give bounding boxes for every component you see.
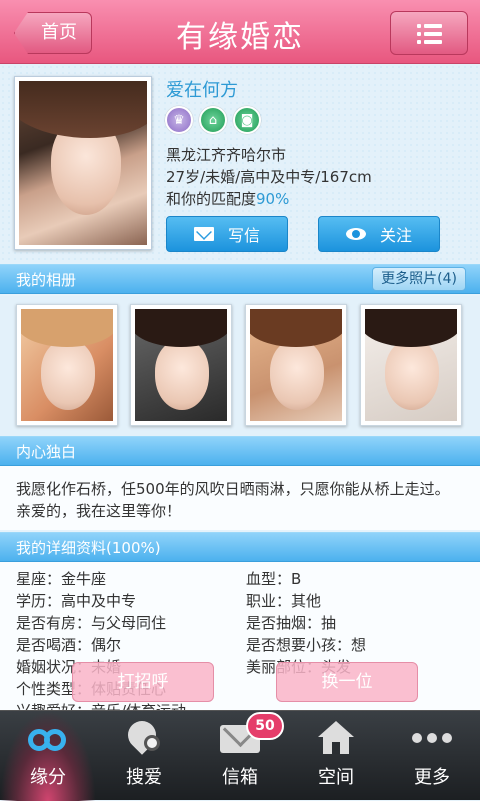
monologue-title: 内心独白 [16, 443, 77, 461]
tab-label: 更多 [414, 767, 450, 788]
menu-button[interactable] [390, 11, 468, 55]
write-label: 写信 [227, 226, 260, 245]
album-title: 我的相册 [16, 271, 77, 289]
detail-item: 血型：B [246, 570, 302, 588]
tab-label: 搜爱 [126, 767, 162, 788]
tab-fate[interactable]: 缘分 [0, 711, 96, 801]
detail-item: 是否喝酒：偶尔 [16, 636, 122, 654]
monologue-text: 我愿化作石桥，任500年的风吹日晒雨淋，只愿你能从桥上走过。亲爱的，我在这里等你… [16, 480, 450, 520]
mail-count-badge: 50 [246, 712, 284, 740]
tab-space[interactable]: 空间 [288, 711, 384, 801]
greet-button[interactable]: 打招呼 [72, 662, 214, 702]
more-photos-button[interactable]: 更多照片(4) [372, 267, 466, 291]
detail-item: 是否有房：与父母同住 [16, 614, 167, 632]
home-icon [316, 719, 356, 755]
follow-label: 关注 [379, 226, 412, 245]
heart-search-icon [122, 715, 164, 757]
detail-item: 学历：高中及中专 [16, 592, 137, 610]
details-title: 我的详细资料(100%) [16, 539, 161, 557]
basic-info-text: 27岁/未婚/高中及中专/167cm [166, 168, 372, 186]
match-value: 90% [256, 190, 290, 208]
next-person-button[interactable]: 换一位 [276, 662, 418, 702]
tab-label: 信箱 [222, 767, 258, 788]
album-photo[interactable] [16, 304, 118, 426]
album-photo[interactable] [245, 304, 347, 426]
detail-item: 星座：金牛座 [16, 570, 107, 588]
header-bar: 首页 有缘婚恋 [0, 0, 480, 64]
match-rate: 和你的匹配度90% [166, 188, 289, 209]
match-label: 和你的匹配度 [166, 190, 257, 208]
tab-label: 空间 [318, 767, 354, 788]
monologue-body: 我愿化作石桥，任500年的风吹日晒雨淋，只愿你能从桥上走过。亲爱的，我在这里等你… [0, 466, 480, 530]
detail-item: 是否抽烟：抽 [246, 614, 337, 632]
write-letter-button[interactable]: 写信 [166, 216, 288, 252]
car-icon[interactable]: ◙ [233, 106, 261, 134]
bottom-tab-bar: 缘分 搜爱 信箱 空间 更多 [0, 710, 480, 801]
detail-item: 职业：其他 [246, 592, 322, 610]
nickname: 爱在何方 [166, 80, 238, 101]
location-text: 黑龙江齐齐哈尔市 [166, 146, 287, 164]
profile-card: 爱在何方 ♛ ⌂ ◙ 黑龙江齐齐哈尔市 27岁/未婚/高中及中专/167cm 和… [0, 64, 480, 264]
crown-icon[interactable]: ♛ [165, 106, 193, 134]
avatar[interactable] [14, 76, 152, 250]
avatar-photo [19, 81, 147, 245]
tab-label: 缘分 [30, 767, 66, 788]
tab-more[interactable]: 更多 [384, 711, 480, 801]
gender-icon [26, 719, 70, 759]
details-section-header: 我的详细资料(100%) [0, 532, 480, 562]
more-dots-icon [412, 733, 452, 743]
eye-icon [345, 228, 366, 240]
monologue-section-header: 内心独白 [0, 436, 480, 466]
badge-row: ♛ ⌂ ◙ [165, 106, 261, 134]
album-section-header: 我的相册 更多照片(4) [0, 264, 480, 294]
detail-item: 是否想要小孩：想 [246, 636, 367, 654]
tab-search-love[interactable]: 搜爱 [96, 711, 192, 801]
follow-button[interactable]: 关注 [318, 216, 440, 252]
list-menu-icon [417, 24, 442, 48]
album-photo[interactable] [360, 304, 462, 426]
house-icon[interactable]: ⌂ [199, 106, 227, 134]
album-strip [0, 296, 480, 436]
album-photo[interactable] [130, 304, 232, 426]
envelope-icon [193, 227, 214, 241]
